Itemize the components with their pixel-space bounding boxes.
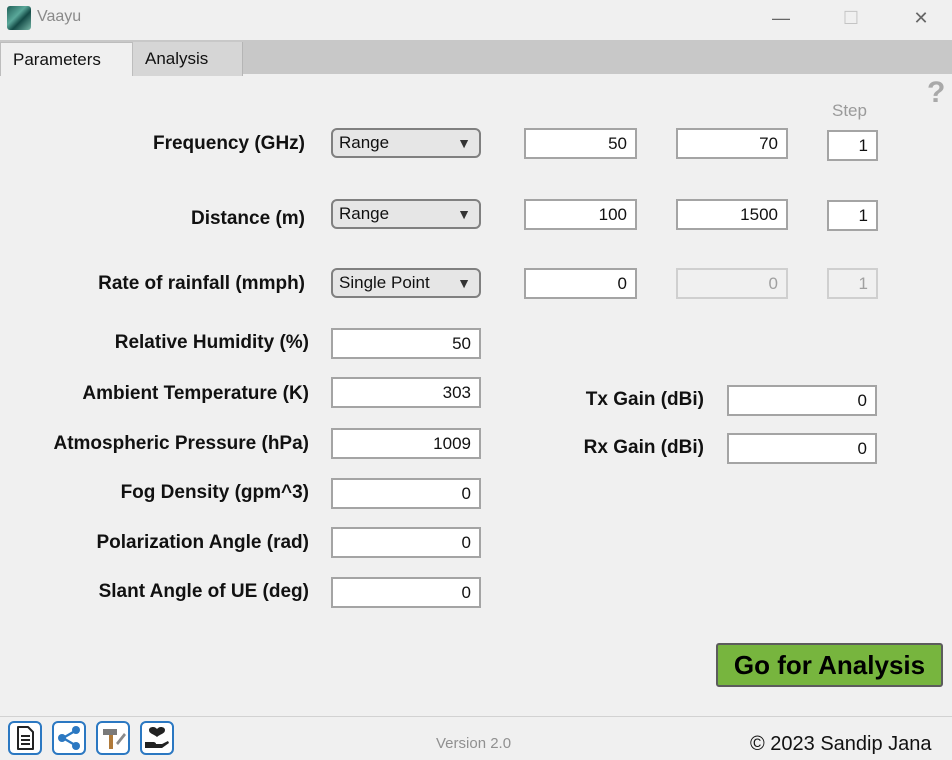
- rainfall-start-field[interactable]: 0: [524, 268, 637, 299]
- temperature-field[interactable]: 303: [331, 377, 481, 408]
- rainfall-mode-value: Single Point: [339, 273, 430, 292]
- title-bar: [0, 0, 952, 40]
- help-icon[interactable]: ?: [927, 76, 945, 110]
- maximize-button[interactable]: ☐: [828, 4, 874, 32]
- pressure-label: Atmospheric Pressure (hPa): [53, 433, 309, 454]
- distance-step-field[interactable]: 1: [827, 200, 878, 231]
- pressure-field[interactable]: 1009: [331, 428, 481, 459]
- tx-gain-field[interactable]: 0: [727, 385, 877, 416]
- distance-start-field[interactable]: 100: [524, 199, 637, 230]
- step-column-label: Step: [832, 101, 867, 120]
- rainfall-label: Rate of rainfall (mmph): [98, 273, 305, 294]
- donate-button[interactable]: [140, 721, 174, 755]
- humidity-field[interactable]: 50: [331, 328, 481, 359]
- fog-density-field[interactable]: 0: [331, 478, 481, 509]
- slant-angle-field[interactable]: 0: [331, 577, 481, 608]
- frequency-end-field[interactable]: 70: [676, 128, 788, 159]
- rx-gain-label: Rx Gain (dBi): [583, 437, 704, 458]
- tx-gain-label: Tx Gain (dBi): [585, 389, 704, 410]
- frequency-mode-value: Range: [339, 133, 390, 152]
- tools-button[interactable]: [96, 721, 130, 755]
- donate-icon: [145, 727, 169, 748]
- tab-parameters[interactable]: Parameters: [0, 42, 133, 76]
- frequency-mode-dropdown[interactable]: Range ▼: [331, 128, 481, 158]
- chevron-down-icon: ▼: [457, 275, 471, 291]
- version-label: Version 2.0: [436, 735, 512, 752]
- frequency-step-field[interactable]: 1: [827, 130, 878, 161]
- document-button[interactable]: [8, 721, 42, 755]
- humidity-label: Relative Humidity (%): [114, 332, 309, 353]
- go-for-analysis-button[interactable]: Go for Analysis: [716, 643, 943, 687]
- share-icon: [58, 726, 80, 750]
- slant-angle-label: Slant Angle of UE (deg): [98, 581, 309, 602]
- minimize-button[interactable]: —: [758, 4, 804, 32]
- rainfall-end-field: 0: [676, 268, 788, 299]
- distance-mode-dropdown[interactable]: Range ▼: [331, 199, 481, 229]
- temperature-label: Ambient Temperature (K): [82, 383, 309, 404]
- app-logo-icon: [7, 6, 31, 30]
- frequency-label: Frequency (GHz): [152, 133, 305, 154]
- window-title: Vaayu: [37, 8, 82, 25]
- tab-analysis[interactable]: Analysis: [133, 42, 243, 76]
- document-icon: [17, 726, 34, 750]
- chevron-down-icon: ▼: [457, 206, 471, 222]
- polarization-field[interactable]: 0: [331, 527, 481, 558]
- rainfall-mode-dropdown[interactable]: Single Point ▼: [331, 268, 481, 298]
- distance-mode-value: Range: [339, 204, 390, 223]
- footer-divider: [0, 716, 952, 717]
- fog-density-label: Fog Density (gpm^3): [120, 482, 309, 503]
- copyright-label: © 2023 Sandip Jana: [750, 733, 932, 755]
- share-button[interactable]: [52, 721, 86, 755]
- chevron-down-icon: ▼: [457, 135, 471, 151]
- rainfall-step-field: 1: [827, 268, 878, 299]
- distance-end-field[interactable]: 1500: [676, 199, 788, 230]
- frequency-start-field[interactable]: 50: [524, 128, 637, 159]
- polarization-label: Polarization Angle (rad): [96, 532, 309, 553]
- close-button[interactable]: ✕: [898, 4, 944, 32]
- distance-label: Distance (m): [190, 208, 305, 229]
- tools-icon: [103, 729, 126, 749]
- rx-gain-field[interactable]: 0: [727, 433, 877, 464]
